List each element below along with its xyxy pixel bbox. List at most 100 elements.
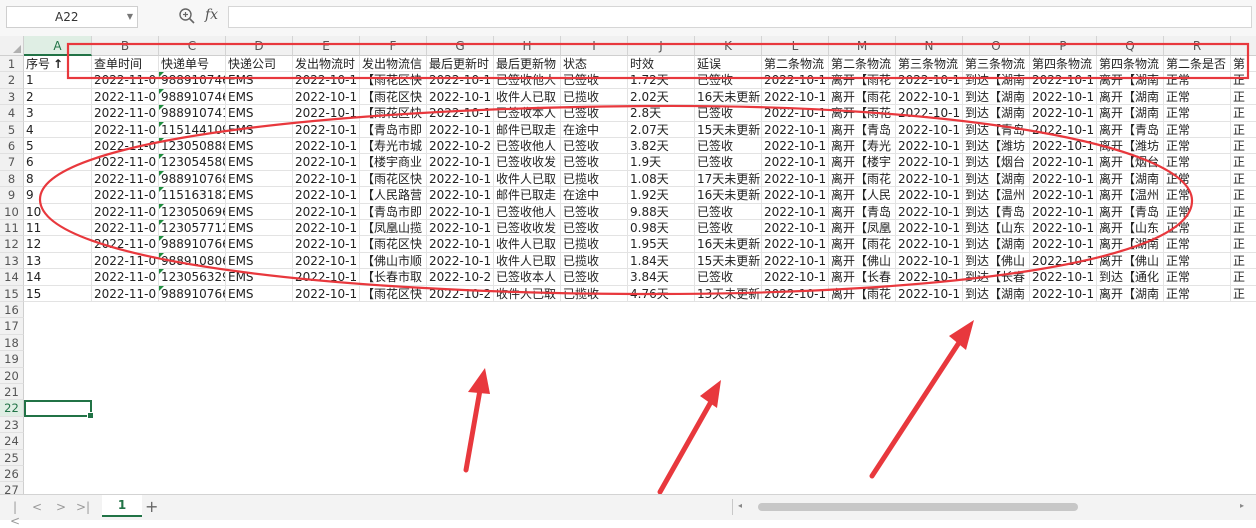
- table-cell[interactable]: 正: [1231, 220, 1256, 237]
- row-header-8[interactable]: 8: [0, 170, 24, 188]
- header-cell-n[interactable]: 第三条物流: [896, 56, 963, 73]
- column-header-d[interactable]: D: [226, 36, 293, 56]
- table-cell[interactable]: 1: [24, 72, 92, 89]
- table-cell[interactable]: 已签收: [695, 72, 762, 89]
- table-cell[interactable]: 2022-10-1: [427, 88, 494, 106]
- table-cell[interactable]: 到达【山东: [963, 220, 1030, 237]
- table-cell[interactable]: EMS: [226, 220, 293, 237]
- table-cell[interactable]: 9.88天: [628, 203, 695, 220]
- table-cell[interactable]: 【雨花区快: [360, 170, 427, 188]
- table-cell[interactable]: 离开【青岛: [1097, 203, 1164, 220]
- row-header-16[interactable]: 16: [0, 302, 24, 319]
- table-cell[interactable]: 2022-10-1: [1030, 252, 1097, 270]
- table-cell[interactable]: 已签收他人: [494, 138, 561, 155]
- table-cell[interactable]: 2022-10-1: [427, 72, 494, 89]
- table-cell[interactable]: 到达【佛山: [963, 252, 1030, 270]
- table-cell[interactable]: 15: [24, 285, 92, 302]
- table-cell[interactable]: 2022-11-0: [92, 285, 159, 302]
- number-as-text-flag-icon[interactable]: [159, 170, 164, 176]
- table-cell[interactable]: EMS: [226, 154, 293, 171]
- table-cell[interactable]: 正常: [1164, 269, 1231, 286]
- table-cell[interactable]: 到达【青岛: [963, 121, 1030, 138]
- table-cell[interactable]: 已揽收: [561, 88, 628, 106]
- table-cell[interactable]: 正常: [1164, 72, 1231, 89]
- table-cell[interactable]: 2022-10-1: [896, 187, 963, 204]
- table-cell[interactable]: 【雨花区快: [360, 105, 427, 122]
- table-cell[interactable]: 988910766: [159, 285, 226, 302]
- number-as-text-flag-icon[interactable]: [159, 203, 164, 209]
- table-cell[interactable]: 2022-10-1: [896, 236, 963, 253]
- table-cell[interactable]: 正: [1231, 187, 1256, 204]
- table-cell[interactable]: 123056329: [159, 269, 226, 286]
- table-cell[interactable]: 2022-11-0: [92, 88, 159, 106]
- row-header-15[interactable]: 15: [0, 285, 24, 302]
- table-cell[interactable]: 2022-11-0: [92, 138, 159, 155]
- table-cell[interactable]: 正常: [1164, 187, 1231, 204]
- table-cell[interactable]: 2022-10-1: [896, 121, 963, 138]
- table-cell[interactable]: 4.76天: [628, 285, 695, 302]
- magnifier-zoom-icon[interactable]: [178, 7, 196, 25]
- table-cell[interactable]: 4: [24, 121, 92, 138]
- table-cell[interactable]: 离开【潍坊: [1097, 138, 1164, 155]
- column-header-m[interactable]: M: [829, 36, 896, 56]
- table-cell[interactable]: 正常: [1164, 203, 1231, 220]
- header-cell-p[interactable]: 第四条物流: [1030, 56, 1097, 73]
- table-cell[interactable]: 到达【烟台: [963, 154, 1030, 171]
- column-header-l[interactable]: L: [762, 36, 829, 56]
- table-cell[interactable]: 2022-11-0: [92, 154, 159, 171]
- table-cell[interactable]: 离开【雨花: [829, 72, 896, 89]
- prev-sheet-icon[interactable]: <: [30, 500, 44, 514]
- table-cell[interactable]: 离开【山东: [1097, 220, 1164, 237]
- row-header-7[interactable]: 7: [0, 154, 24, 171]
- table-cell[interactable]: 已揽收: [561, 285, 628, 302]
- table-cell[interactable]: 2022-11-0: [92, 252, 159, 270]
- table-cell[interactable]: 2022-10-1: [1030, 269, 1097, 286]
- table-cell[interactable]: 2022-10-1: [1030, 121, 1097, 138]
- table-cell[interactable]: 【人民路营: [360, 187, 427, 204]
- table-cell[interactable]: 离开【湖南: [1097, 170, 1164, 188]
- table-cell[interactable]: 2022-10-1: [896, 285, 963, 302]
- row-header-2[interactable]: 2: [0, 72, 24, 89]
- table-cell[interactable]: 2.02天: [628, 88, 695, 106]
- header-cell-g[interactable]: 最后更新时: [427, 56, 494, 73]
- table-cell[interactable]: 离开【青岛: [829, 121, 896, 138]
- table-cell[interactable]: 2022-10-1: [762, 285, 829, 302]
- last-sheet-icon[interactable]: >|: [76, 500, 90, 514]
- table-cell[interactable]: 123050696: [159, 203, 226, 220]
- table-cell[interactable]: 已签收: [561, 220, 628, 237]
- sheet-tab-1[interactable]: 1: [102, 495, 142, 517]
- table-cell[interactable]: 到达【湖南: [963, 88, 1030, 106]
- header-cell-h[interactable]: 最后更新物: [494, 56, 561, 73]
- table-cell[interactable]: 2.07天: [628, 121, 695, 138]
- table-cell[interactable]: 正常: [1164, 170, 1231, 188]
- table-cell[interactable]: 【青岛市即: [360, 203, 427, 220]
- table-cell[interactable]: 2022-10-1: [1030, 220, 1097, 237]
- table-cell[interactable]: EMS: [226, 269, 293, 286]
- table-cell[interactable]: 离开【烟台: [1097, 154, 1164, 171]
- table-cell[interactable]: 1.08天: [628, 170, 695, 188]
- header-cell-k[interactable]: 延误: [695, 56, 762, 73]
- table-cell[interactable]: 988910746: [159, 72, 226, 89]
- table-cell[interactable]: 5: [24, 138, 92, 155]
- table-cell[interactable]: 9: [24, 187, 92, 204]
- column-header-j[interactable]: J: [628, 36, 695, 56]
- table-cell[interactable]: EMS: [226, 285, 293, 302]
- table-cell[interactable]: 115144109: [159, 121, 226, 138]
- table-cell[interactable]: 到达【湖南: [963, 236, 1030, 253]
- table-cell[interactable]: 2022-11-0: [92, 236, 159, 253]
- table-cell[interactable]: 到达【长春: [963, 269, 1030, 286]
- table-cell[interactable]: 已签收: [695, 269, 762, 286]
- table-cell[interactable]: 2022-10-1: [896, 269, 963, 286]
- column-header-b[interactable]: B: [92, 36, 159, 56]
- table-cell[interactable]: 已签收: [695, 220, 762, 237]
- table-cell[interactable]: 正: [1231, 171, 1256, 188]
- table-cell[interactable]: 离开【楼宇: [829, 154, 896, 171]
- table-cell[interactable]: 1.72天: [628, 72, 695, 89]
- table-cell[interactable]: 2022-10-1: [293, 269, 360, 286]
- table-cell[interactable]: 16天未更新: [695, 236, 762, 253]
- table-cell[interactable]: 2022-10-1: [427, 203, 494, 220]
- table-cell[interactable]: 12: [24, 236, 92, 253]
- select-all-corner[interactable]: [0, 36, 24, 56]
- table-cell[interactable]: 收件人已取: [494, 236, 561, 253]
- table-cell[interactable]: 0.98天: [628, 220, 695, 237]
